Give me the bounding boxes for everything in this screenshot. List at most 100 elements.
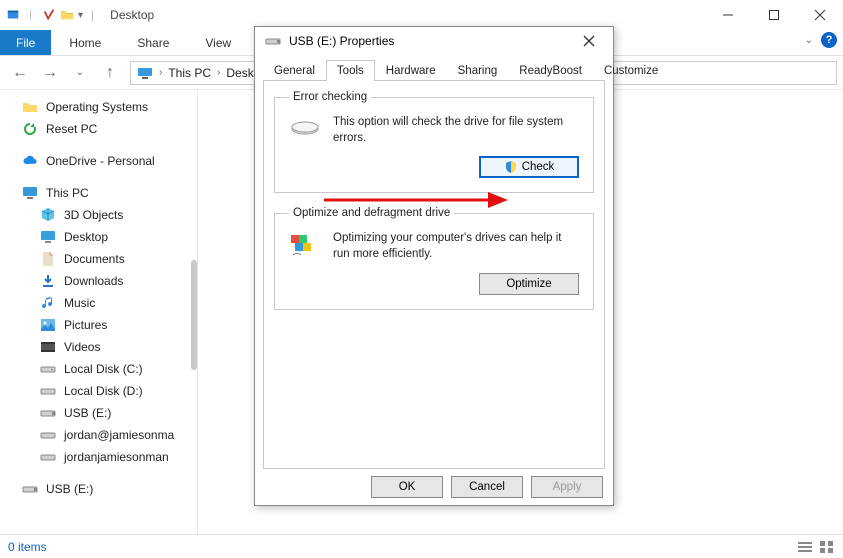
minimize-button[interactable] <box>705 0 751 30</box>
optimize-button-label: Optimize <box>506 278 551 290</box>
apply-button[interactable]: Apply <box>531 476 603 498</box>
share-tab[interactable]: Share <box>119 30 187 55</box>
sidebar-videos[interactable]: Videos <box>0 336 197 358</box>
ribbon-collapse-icon[interactable]: ⌄ <box>805 35 813 46</box>
sidebar-item-label: This PC <box>46 186 89 200</box>
usb-drive-icon <box>22 481 38 497</box>
tab-customize[interactable]: Customize <box>593 60 669 81</box>
check-button-label: Check <box>522 161 555 173</box>
sidebar-music[interactable]: Music <box>0 292 197 314</box>
sidebar-this-pc[interactable]: This PC <box>0 182 197 204</box>
titlebar-sep: | <box>87 8 98 22</box>
status-item-count: 0 items <box>8 540 47 554</box>
defrag-icon <box>289 231 321 259</box>
details-view-icon[interactable] <box>797 540 813 554</box>
sidebar-usb-e[interactable]: USB (E:) <box>0 402 197 424</box>
close-button[interactable] <box>797 0 843 30</box>
maximize-button[interactable] <box>751 0 797 30</box>
sidebar-item-label: USB (E:) <box>46 482 93 496</box>
sidebar-item-label: jordanjamiesonman <box>64 450 169 464</box>
sidebar-item-label: Local Disk (C:) <box>64 362 143 376</box>
back-button[interactable]: ← <box>10 64 30 82</box>
home-tab[interactable]: Home <box>51 30 119 55</box>
sidebar-item-label: Reset PC <box>46 122 97 136</box>
sidebar-reset-pc[interactable]: Reset PC <box>0 118 197 140</box>
dialog-title-bar: USB (E:) Properties <box>255 27 613 55</box>
sidebar-desktop[interactable]: Desktop <box>0 226 197 248</box>
shield-icon <box>504 160 518 174</box>
qat-dropdown-icon[interactable]: ▾ <box>78 10 83 21</box>
tab-hardware[interactable]: Hardware <box>375 60 447 81</box>
recent-dropdown-icon[interactable]: ⌄ <box>70 67 90 78</box>
check-button[interactable]: Check <box>479 156 579 178</box>
sidebar-item-label: Local Disk (D:) <box>64 384 143 398</box>
sidebar-item-label: 3D Objects <box>64 208 123 222</box>
dialog-footer: OK Cancel Apply <box>255 469 613 505</box>
sidebar-item-label: USB (E:) <box>64 406 111 420</box>
sidebar-downloads[interactable]: Downloads <box>0 270 197 292</box>
window-controls <box>705 0 843 30</box>
pc-icon <box>137 67 153 79</box>
sidebar-onedrive[interactable]: OneDrive - Personal <box>0 150 197 172</box>
ribbon-right: ⌄ ? <box>805 32 837 48</box>
forward-button[interactable]: → <box>40 64 60 82</box>
properties-icon[interactable] <box>42 8 56 22</box>
folder-icon <box>22 99 38 115</box>
tab-sharing[interactable]: Sharing <box>447 60 509 81</box>
view-tab[interactable]: View <box>187 30 249 55</box>
picture-icon <box>40 317 56 333</box>
desktop-icon <box>40 229 56 245</box>
cancel-button[interactable]: Cancel <box>451 476 523 498</box>
tab-page-tools: Error checking This option will check th… <box>263 81 605 469</box>
dialog-close-button[interactable] <box>575 28 603 54</box>
scrollbar[interactable] <box>191 260 197 370</box>
usb-drive-icon <box>40 405 56 421</box>
tab-readyboost[interactable]: ReadyBoost <box>508 60 593 81</box>
sidebar-network-location-2[interactable]: jordanjamiesonman <box>0 446 197 468</box>
sidebar-item-label: Desktop <box>64 230 108 244</box>
chevron-right-icon[interactable]: › <box>159 67 162 78</box>
sidebar-item-label: Music <box>64 296 95 310</box>
sidebar-item-label: Documents <box>64 252 125 266</box>
sidebar-item-label: Downloads <box>64 274 123 288</box>
tab-tools[interactable]: Tools <box>326 60 375 81</box>
quick-access-toolbar: ▾ | Desktop <box>0 8 160 22</box>
help-icon[interactable]: ? <box>821 32 837 48</box>
folder-icon[interactable] <box>60 8 74 22</box>
chevron-right-icon[interactable]: › <box>217 67 220 78</box>
drive-icon <box>40 383 56 399</box>
ok-button[interactable]: OK <box>371 476 443 498</box>
sidebar-pictures[interactable]: Pictures <box>0 314 197 336</box>
sidebar-local-disk-c[interactable]: Local Disk (C:) <box>0 358 197 380</box>
sidebar-usb-drive[interactable]: USB (E:) <box>0 478 197 500</box>
sidebar-item-label: OneDrive - Personal <box>46 154 155 168</box>
sidebar-network-location-1[interactable]: jordan@jamiesonma <box>0 424 197 446</box>
pc-icon <box>22 185 38 201</box>
sidebar-local-disk-d[interactable]: Local Disk (D:) <box>0 380 197 402</box>
optimize-group: Optimize and defragment drive Optimizing… <box>274 207 594 309</box>
nav-pane: Operating Systems Reset PC OneDrive - Pe… <box>0 90 198 534</box>
large-icons-view-icon[interactable] <box>819 540 835 554</box>
tab-general[interactable]: General <box>263 60 326 81</box>
cloud-icon <box>22 153 38 169</box>
up-button[interactable]: ↑ <box>100 64 120 82</box>
app-icon <box>6 8 20 22</box>
music-icon <box>40 295 56 311</box>
status-bar: 0 items <box>0 534 843 558</box>
optimize-legend: Optimize and defragment drive <box>289 207 454 219</box>
cube-icon <box>40 207 56 223</box>
usb-drive-icon <box>265 33 281 49</box>
drive-icon <box>40 427 56 443</box>
drive-icon <box>40 449 56 465</box>
file-menu[interactable]: File <box>0 30 51 55</box>
dialog-tabs: General Tools Hardware Sharing ReadyBoos… <box>263 59 605 81</box>
sidebar-operating-systems[interactable]: Operating Systems <box>0 96 197 118</box>
dialog-title: USB (E:) Properties <box>289 34 567 48</box>
crumb-this-pc[interactable]: This PC <box>168 66 211 80</box>
sidebar-3d-objects[interactable]: 3D Objects <box>0 204 197 226</box>
sidebar-documents[interactable]: Documents <box>0 248 197 270</box>
video-icon <box>40 339 56 355</box>
optimize-button[interactable]: Optimize <box>479 273 579 295</box>
error-checking-legend: Error checking <box>289 91 371 103</box>
drive-icon <box>40 361 56 377</box>
